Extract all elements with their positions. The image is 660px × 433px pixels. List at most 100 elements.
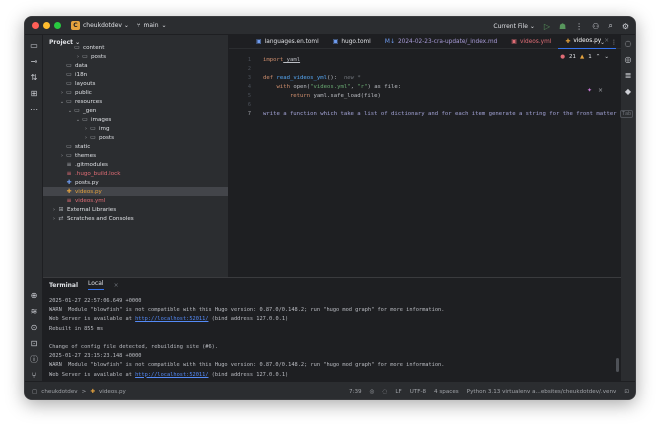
code-line-5[interactable]: return yaml.safe_load(file) — [263, 93, 381, 99]
tree-item[interactable]: ▭ i18n — [43, 70, 228, 79]
line-number: 2 — [247, 66, 251, 72]
python-interpreter[interactable]: Python 3.13 virtualenv a...ebsites/cheuk… — [467, 389, 617, 395]
localhost-link[interactable]: http://localhost:52011/ — [135, 372, 208, 378]
tree-item[interactable]: ≡ videos.yml — [43, 196, 228, 205]
editor-tab[interactable]: ▣ languages.en.toml — [249, 35, 326, 49]
plugin-icon[interactable]: ◆ — [623, 87, 633, 97]
commit-icon[interactable]: ⊸ — [29, 57, 39, 67]
terminal-tab-local[interactable]: Local — [88, 280, 104, 290]
project-tool-icon[interactable]: ▭ — [29, 41, 39, 51]
close-window-button[interactable] — [32, 22, 39, 29]
tabs-dropdown-icon[interactable]: ⌄ — [600, 39, 605, 46]
tree-item-label: .hugo_build.lock — [75, 170, 121, 177]
folder-icon: ▭ — [66, 89, 72, 96]
run-config-selector[interactable]: Current File ⌄ — [493, 23, 534, 30]
branch-switcher[interactable]: ⑂ main ⌄ — [137, 22, 167, 29]
project-badge[interactable]: C — [71, 21, 80, 30]
tree-item[interactable]: ✚ videos.py — [43, 187, 228, 196]
editor-tab[interactable]: ▣ videos.yml — [504, 35, 558, 49]
folder-icon: ▭ — [66, 152, 72, 159]
editor-tab[interactable]: M↓ 2024-02-23-cra-update/_index.md — [378, 35, 505, 49]
tree-item[interactable]: ⌄ ▭ images — [43, 115, 228, 124]
editor-tab[interactable]: ▣ hugo.toml — [326, 35, 378, 49]
line-separator[interactable]: LF — [395, 389, 401, 395]
structure-icon[interactable]: ⊞ — [29, 89, 39, 99]
zoom-window-button[interactable] — [54, 22, 61, 29]
tree-item[interactable]: ⌄ ▭ _gen — [43, 106, 228, 115]
layers-icon[interactable]: ≋ — [29, 307, 39, 317]
breadcrumb-file[interactable]: videos.py — [99, 389, 126, 395]
tree-item[interactable]: ≡ .hugo_build.lock — [43, 169, 228, 178]
tree-item[interactable]: › ▭ img — [43, 124, 228, 133]
code-line-4[interactable]: with open("videos.yml", "r") as file: — [263, 84, 401, 90]
tree-item[interactable]: › ▭ posts — [43, 52, 228, 61]
line-number: 4 — [247, 84, 251, 90]
terminal-scrollbar[interactable] — [616, 358, 619, 372]
settings-gear-icon[interactable]: ⚙ — [622, 22, 629, 31]
editor-tab-label: 2024-02-23-cra-update/_index.md — [397, 38, 498, 45]
terminal-icon[interactable]: ⊡ — [29, 339, 39, 349]
file-encoding[interactable]: UTF-8 — [410, 389, 426, 395]
search-icon[interactable]: ⌕ — [608, 21, 612, 31]
more-actions-icon[interactable]: ⋮ — [575, 22, 583, 31]
services-icon[interactable]: ⊙ — [29, 323, 39, 333]
toml-file-icon: ▣ — [256, 38, 262, 45]
tree-item[interactable]: › ▭ themes — [43, 151, 228, 160]
tabs-more-icon[interactable]: ⋮ — [611, 39, 617, 46]
title-bar: C cheukdotdev ⌄ ⑂ main ⌄ Current File ⌄ ▷… — [25, 17, 635, 35]
inspection-status[interactable]: ● 21 ▲ 1 ⌃ ⌄ — [560, 54, 609, 60]
ai-suggestion-icon[interactable]: ✦ — [587, 87, 592, 94]
breadcrumb-project[interactable]: cheukdotdev — [41, 389, 77, 395]
chevron-up-icon[interactable]: ⌃ — [596, 54, 601, 60]
code-line-1[interactable]: import yaml — [263, 57, 300, 63]
cursor-position[interactable]: 7:39 — [349, 389, 362, 395]
tree-item[interactable]: ▭ layouts — [43, 79, 228, 88]
database-icon[interactable]: ≣ — [623, 71, 633, 81]
tree-item[interactable]: ⌄ ▭ resources — [43, 97, 228, 106]
file-red-icon: ≡ — [66, 170, 72, 177]
close-terminal-tab-icon[interactable]: × — [114, 282, 119, 289]
scratch-icon: ⇄ — [58, 215, 64, 222]
tree-item[interactable]: ≡ .gitmodules — [43, 160, 228, 169]
lock-icon[interactable]: ⊡ — [624, 389, 629, 395]
python-packages-icon[interactable]: ⊕ — [29, 291, 39, 301]
run-icon[interactable]: ▷ — [544, 22, 550, 31]
chevron-down-icon[interactable]: ⌄ — [604, 54, 609, 60]
tree-item[interactable]: ▭ static — [43, 142, 228, 151]
tree-item[interactable]: › ▭ posts — [43, 133, 228, 142]
sync-icon[interactable]: ◌ — [382, 389, 387, 395]
editor-tab-label: videos.py — [573, 38, 602, 44]
tree-item[interactable]: › ⇄ Scratches and Consoles — [43, 214, 228, 223]
md-file-icon: M↓ — [384, 38, 395, 45]
project-switcher[interactable]: cheukdotdev ⌄ — [83, 22, 129, 29]
tree-item[interactable]: ✚ posts.py — [43, 178, 228, 187]
breadcrumb: ▢ cheukdotdev > ✚ videos.py — [32, 388, 126, 395]
tree-item[interactable]: ▭ data — [43, 61, 228, 70]
git-icon[interactable]: ⑂ — [29, 371, 39, 381]
more-tools-icon[interactable]: ⋯ — [29, 105, 39, 115]
ai-assistant-icon[interactable]: ◎ — [623, 55, 633, 65]
tree-item[interactable]: ▭ content — [43, 43, 228, 52]
tree-item[interactable]: › ⊞ External Libraries — [43, 205, 228, 214]
notifications-icon[interactable]: ◌ — [623, 39, 633, 49]
close-suggestion-icon[interactable]: × — [598, 87, 603, 94]
file-icon: ≡ — [66, 161, 72, 168]
ai-status-icon[interactable]: ◎ — [370, 389, 375, 395]
tree-item[interactable]: › ▭ public — [43, 88, 228, 97]
folder-icon: ▭ — [74, 44, 80, 51]
tree-item-label: images — [91, 116, 112, 123]
terminal-line: Rebuilt in 855 ms — [49, 325, 104, 332]
localhost-link[interactable]: http://localhost:52011/ — [135, 316, 208, 322]
debug-icon[interactable]: ☗ — [559, 22, 566, 31]
tree-item-label: public — [75, 89, 92, 96]
terminal-line: WARN Module "blowfish" is not compatible… — [49, 307, 445, 314]
pull-requests-icon[interactable]: ⇅ — [29, 73, 39, 83]
minimize-window-button[interactable] — [43, 22, 50, 29]
code-line-7[interactable]: write a function which take a list of di… — [263, 110, 634, 118]
problems-icon[interactable]: ⓘ — [29, 355, 39, 365]
code-line-3[interactable]: def read_videos_yml(): new * — [263, 75, 361, 81]
terminal-panel: Terminal Local × 2025-01-27 22:57:06.649… — [43, 277, 621, 397]
indent-setting[interactable]: 4 spaces — [434, 389, 459, 395]
add-user-icon[interactable]: ⚇ — [592, 22, 599, 31]
tree-item-label: posts.py — [75, 179, 99, 186]
